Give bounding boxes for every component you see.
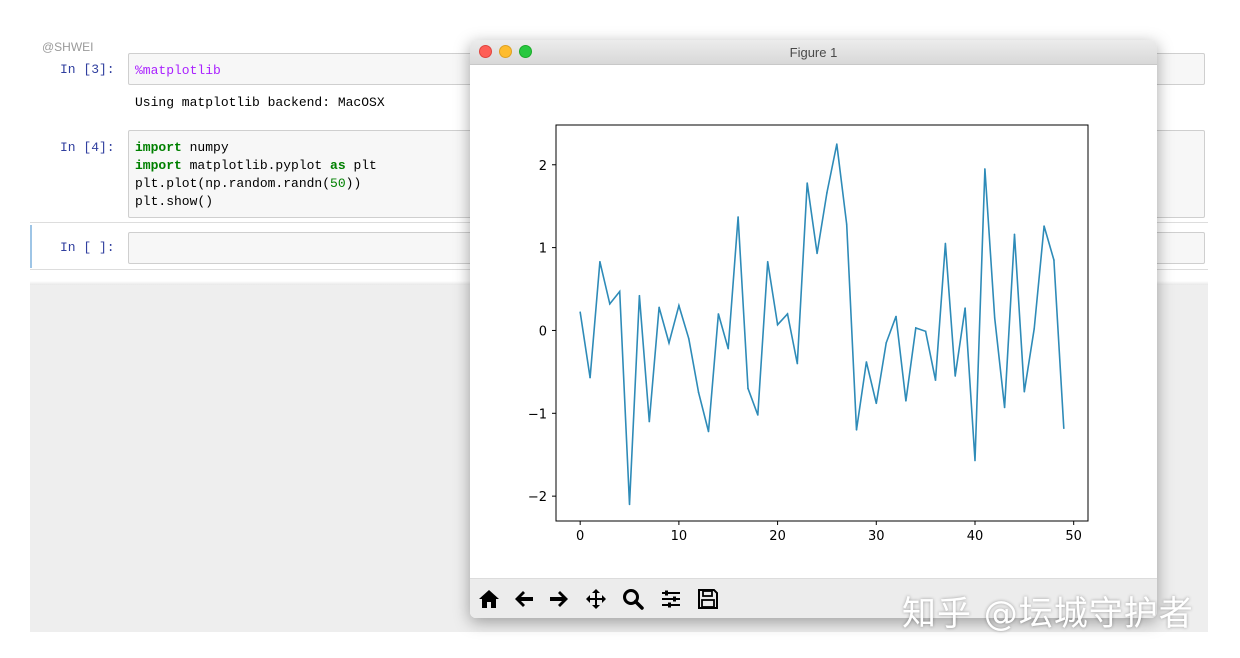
- data-point: [1013, 233, 1016, 236]
- author-watermark: @SHWEI: [42, 40, 94, 54]
- data-point: [658, 306, 660, 309]
- data-point: [836, 143, 838, 145]
- data-point: [707, 430, 710, 433]
- figure-window: Figure 1 0 10 20 30 40 50 −2 −1 0 1 2: [470, 40, 1157, 618]
- zoom-button[interactable]: [618, 585, 648, 613]
- data-point: [924, 330, 927, 333]
- cell-output: Using matplotlib backend: MacOSX: [135, 95, 385, 110]
- data-point: [826, 192, 828, 194]
- data-point: [885, 342, 887, 344]
- code-line: plt.show(): [135, 194, 214, 209]
- y-tick-label: 0: [539, 324, 547, 339]
- data-point: [865, 361, 868, 363]
- data-point: [697, 391, 700, 394]
- data-point: [855, 429, 858, 431]
- data-point: [589, 376, 591, 379]
- back-button[interactable]: [509, 585, 539, 613]
- forward-button[interactable]: [544, 585, 574, 613]
- x-tick-label: 0: [576, 529, 584, 544]
- home-icon: [479, 590, 499, 608]
- data-point: [816, 252, 818, 255]
- data-point: [875, 402, 878, 405]
- data-point: [796, 362, 799, 365]
- y-axis-ticks: −2 −1 0 1 2: [528, 159, 556, 505]
- pan-button[interactable]: [581, 585, 611, 613]
- data-point: [964, 307, 966, 309]
- plot-axes-frame: [555, 124, 1089, 522]
- data-point: [668, 342, 670, 344]
- data-point: [638, 294, 641, 297]
- data-point: [599, 260, 601, 263]
- code-line: plt.plot(np.random.randn(50)): [135, 176, 362, 191]
- selected-cell-indicator: [30, 225, 32, 268]
- data-point: [786, 313, 789, 315]
- data-point: [954, 375, 957, 377]
- data-point: [1003, 406, 1006, 409]
- data-point: [934, 379, 937, 381]
- data-point: [687, 337, 690, 340]
- x-tick-label: 10: [671, 529, 688, 544]
- data-point: [984, 168, 986, 170]
- x-tick-label: 20: [769, 529, 786, 544]
- data-point: [1053, 259, 1055, 261]
- data-point: [914, 327, 917, 329]
- code-block: import numpy import matplotlib.pyplot as …: [135, 139, 377, 211]
- magic-command: %matplotlib: [135, 63, 221, 78]
- y-tick-label: 2: [539, 159, 547, 174]
- data-point: [944, 242, 947, 245]
- data-series-line: [579, 143, 1065, 505]
- code-line: %matplotlib: [135, 62, 221, 80]
- data-point: [1063, 427, 1065, 430]
- y-tick-label: 1: [539, 242, 547, 257]
- data-point: [895, 315, 897, 318]
- data-point: [806, 182, 808, 184]
- x-axis-ticks: 0 10 20 30 40 50: [576, 521, 1082, 544]
- data-point: [727, 347, 730, 350]
- data-point: [608, 303, 611, 305]
- window-titlebar[interactable]: Figure 1: [470, 40, 1157, 65]
- x-tick-label: 40: [967, 529, 984, 544]
- back-arrow-icon: [515, 591, 533, 607]
- data-point: [757, 414, 759, 416]
- cell-prompt: In [ ]:: [60, 240, 115, 255]
- data-point: [1033, 327, 1036, 330]
- save-icon: [698, 589, 718, 609]
- data-point: [845, 223, 848, 226]
- data-point: [766, 260, 769, 263]
- zoom-icon: [623, 589, 644, 610]
- x-tick-label: 50: [1065, 529, 1082, 544]
- home-button[interactable]: [474, 585, 504, 613]
- data-points: [579, 143, 1065, 506]
- cell-prompt: In [3]:: [60, 62, 115, 77]
- code-line: import matplotlib.pyplot as plt: [135, 158, 377, 173]
- data-point: [905, 400, 907, 402]
- x-tick-label: 30: [868, 529, 885, 544]
- data-point: [747, 387, 749, 390]
- data-point: [717, 313, 720, 315]
- data-point: [618, 290, 621, 293]
- data-point: [737, 216, 739, 218]
- cell-prompt: In [4]:: [60, 140, 115, 155]
- configure-subplots-button[interactable]: [656, 585, 686, 613]
- code-line: import numpy: [135, 140, 229, 155]
- configure-subplots-icon: [662, 590, 680, 608]
- pan-icon: [586, 589, 606, 609]
- data-point: [628, 503, 631, 506]
- data-point: [1023, 390, 1026, 393]
- data-point: [1043, 225, 1045, 227]
- forward-arrow-icon: [550, 591, 568, 607]
- line-chart: 0 10 20 30 40 50 −2 −1 0 1 2: [528, 124, 1089, 544]
- data-point: [579, 311, 581, 314]
- window-title: Figure 1: [789, 45, 838, 60]
- data-point: [648, 420, 651, 423]
- y-tick-label: −2: [528, 490, 547, 505]
- y-tick-label: −1: [528, 407, 547, 422]
- site-watermark: 知乎 @坛城守护者: [902, 594, 1194, 634]
- data-point: [776, 323, 779, 326]
- save-button[interactable]: [693, 585, 723, 613]
- data-point: [974, 459, 976, 462]
- data-point: [678, 304, 680, 307]
- data-point: [993, 317, 996, 319]
